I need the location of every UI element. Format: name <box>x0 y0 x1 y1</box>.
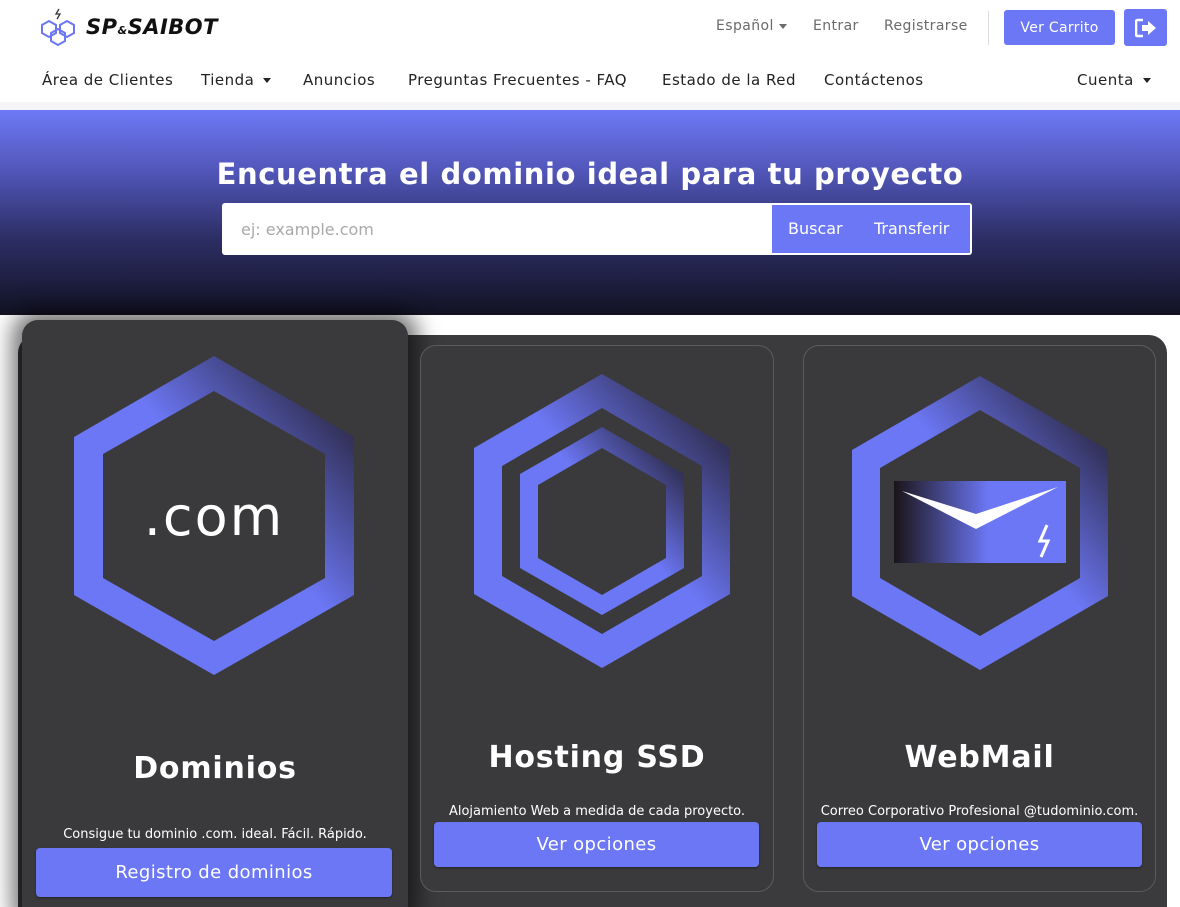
nav-item-network-status[interactable]: Estado de la Red <box>662 71 796 89</box>
webmail-hexagon-icon <box>852 376 1108 670</box>
search-button[interactable]: Buscar <box>788 219 843 238</box>
card-webmail: WebMail Correo Corporativo Profesional @… <box>803 345 1156 892</box>
com-emblem-text: .com <box>144 485 285 548</box>
view-cart-button[interactable]: Ver Carrito <box>1004 10 1115 45</box>
domain-hexagon-icon: .com <box>74 356 354 675</box>
top-header: SP&SAIBOT Español Entrar Registrarse Ver… <box>0 0 1180 56</box>
nav-item-store[interactable]: Tienda <box>201 71 272 89</box>
brand-name: SP&SAIBOT <box>86 15 218 39</box>
nav-divider <box>0 102 1180 110</box>
transfer-button[interactable]: Transferir <box>874 219 949 238</box>
register-domains-button[interactable]: Registro de dominios <box>36 848 392 897</box>
main-navigation: Área de Clientes Tienda Anuncios Pregunt… <box>0 60 1180 102</box>
envelope-icon <box>894 481 1066 563</box>
card-description: Consigue tu dominio .com. ideal. Fácil. … <box>63 827 367 842</box>
card-description: Correo Corporativo Profesional @tudomini… <box>820 804 1139 819</box>
card-title: Dominios <box>133 751 297 786</box>
hero-banner: Encuentra el dominio ideal para tu proye… <box>0 110 1180 315</box>
divider <box>988 11 989 45</box>
logo-icon <box>41 8 75 46</box>
chevron-down-icon <box>1142 78 1151 83</box>
search-buttons: Buscar Transferir <box>772 205 970 253</box>
logout-button[interactable] <box>1124 9 1167 46</box>
hosting-options-button[interactable]: Ver opciones <box>434 822 759 867</box>
webmail-options-button[interactable]: Ver opciones <box>817 822 1142 867</box>
nav-item-client-area[interactable]: Área de Clientes <box>42 71 173 89</box>
card-title: WebMail <box>904 740 1055 775</box>
chevron-down-icon <box>263 78 272 83</box>
login-link[interactable]: Entrar <box>813 18 859 34</box>
nav-item-announcements[interactable]: Anuncios <box>303 71 375 89</box>
nav-item-faq[interactable]: Preguntas Frecuentes - FAQ <box>408 71 627 89</box>
nav-item-account[interactable]: Cuenta <box>1077 71 1151 89</box>
card-domains: .com Dominios Consigue tu dominio .com. … <box>22 320 408 907</box>
language-selector[interactable]: Español <box>716 18 787 34</box>
nav-item-contact[interactable]: Contáctenos <box>824 71 924 89</box>
sign-out-icon <box>1134 18 1156 37</box>
products-section: .com Dominios Consigue tu dominio .com. … <box>0 315 1180 907</box>
card-description: Alojamiento Web a medida de cada proyect… <box>448 804 746 819</box>
domain-search-form: Buscar Transferir <box>222 203 972 255</box>
chevron-down-icon <box>778 23 787 29</box>
card-hosting: Hosting SSD Alojamiento Web a medida de … <box>420 345 774 892</box>
card-title: Hosting SSD <box>488 740 706 775</box>
brand-logo[interactable]: SP&SAIBOT <box>38 8 218 46</box>
register-link[interactable]: Registrarse <box>884 18 968 34</box>
hosting-hexagon-icon <box>474 374 730 668</box>
hero-title: Encuentra el dominio ideal para tu proye… <box>216 157 964 191</box>
domain-search-input[interactable] <box>224 205 772 253</box>
